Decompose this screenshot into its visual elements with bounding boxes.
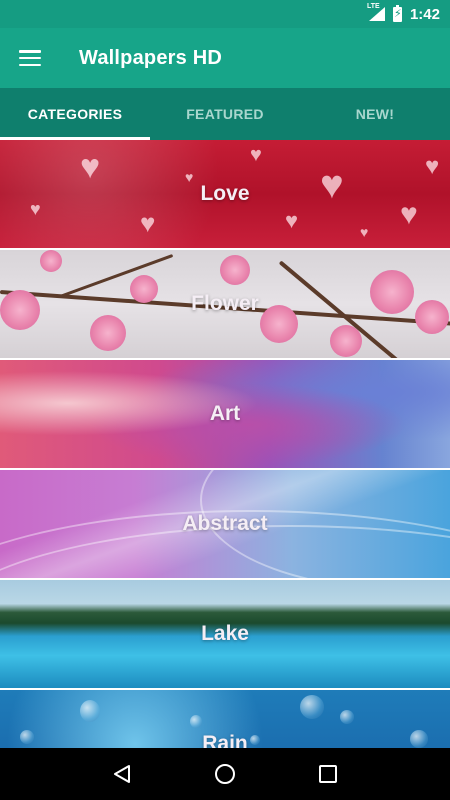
app-title: Wallpapers HD — [79, 46, 223, 69]
system-nav-bar — [0, 748, 450, 800]
category-label: Rain — [202, 732, 248, 748]
status-bar: LTE ⚡ 1:42 — [0, 0, 450, 28]
home-icon[interactable] — [205, 754, 245, 794]
status-time: 1:42 — [409, 5, 440, 23]
category-lake[interactable]: Lake — [0, 580, 450, 688]
category-love[interactable]: ♥ ♥ ♥ ♥ ♥ ♥ ♥ ♥ ♥ ♥ Love — [0, 140, 450, 248]
tab-new[interactable]: NEW! — [300, 88, 450, 140]
category-label: Love — [200, 182, 250, 205]
category-label: Lake — [201, 622, 249, 645]
tab-featured[interactable]: FEATURED — [150, 88, 300, 140]
category-label: Art — [209, 402, 241, 425]
category-label: Abstract — [182, 512, 268, 535]
category-list[interactable]: ♥ ♥ ♥ ♥ ♥ ♥ ♥ ♥ ♥ ♥ Love Flower Art Abst… — [0, 140, 450, 748]
back-icon[interactable] — [102, 754, 142, 794]
tab-categories[interactable]: CATEGORIES — [0, 88, 150, 140]
category-label: Flower — [191, 292, 259, 315]
category-flower[interactable]: Flower — [0, 250, 450, 358]
recents-icon[interactable] — [308, 754, 348, 794]
category-abstract[interactable]: Abstract — [0, 470, 450, 578]
network-type-label: LTE — [366, 3, 380, 10]
battery-charging-icon: ⚡ — [392, 4, 402, 22]
lte-signal-icon: LTE — [367, 3, 385, 21]
hamburger-menu-icon[interactable] — [0, 28, 60, 88]
category-art[interactable]: Art — [0, 360, 450, 468]
category-rain[interactable]: Rain — [0, 690, 450, 748]
tab-bar: CATEGORIES FEATURED NEW! — [0, 88, 450, 140]
app-bar: Wallpapers HD — [0, 28, 450, 88]
